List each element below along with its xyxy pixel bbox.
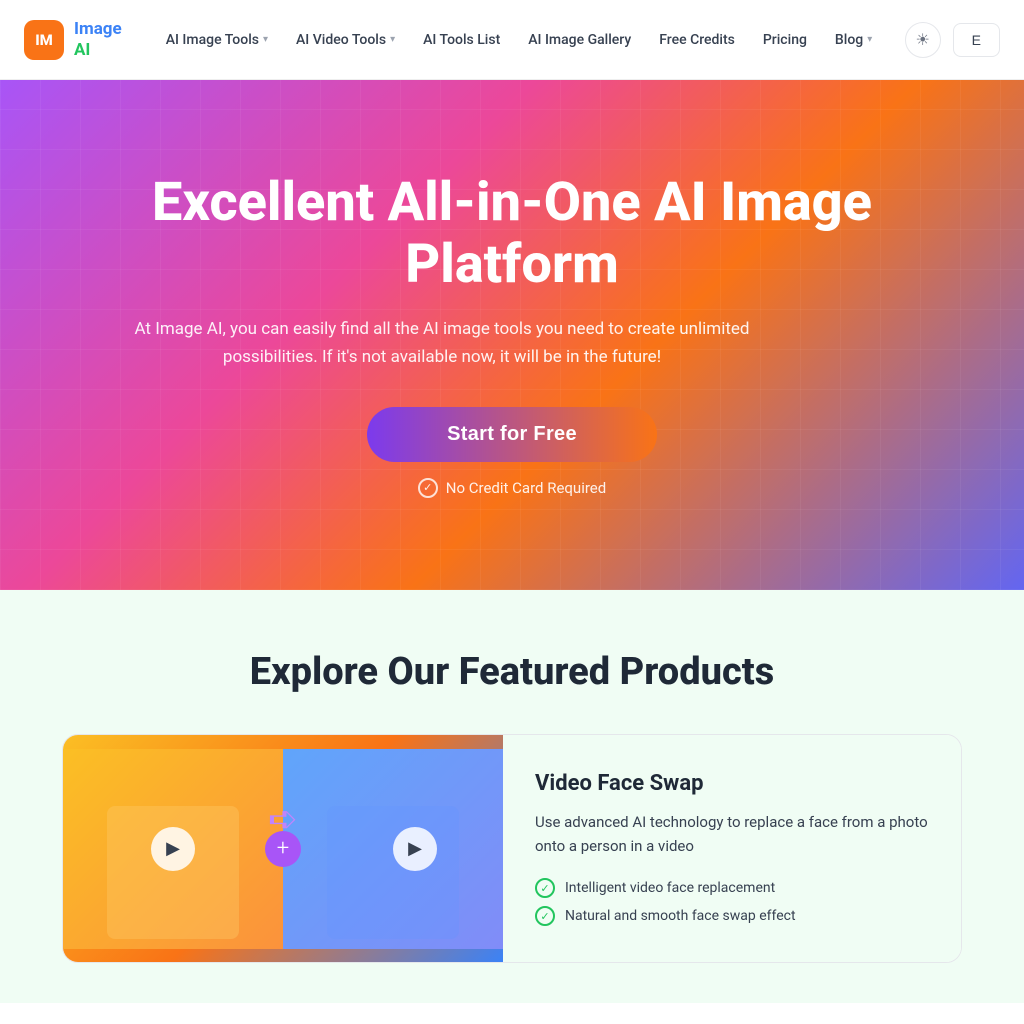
- nav-item-ai-video-tools[interactable]: AI Video Tools ▾: [284, 24, 407, 56]
- navbar: IM Image AI AI Image Tools ▾ AI Video To…: [0, 0, 1024, 80]
- play-button-left[interactable]: ▶: [151, 827, 195, 871]
- logo-text: Image AI: [74, 19, 122, 60]
- feature-list: ✓ Intelligent video face replacement ✓ N…: [535, 878, 929, 926]
- product-thumbnail: ▶ ▶ ➪ +: [63, 749, 503, 949]
- start-for-free-button[interactable]: Start for Free: [367, 407, 657, 462]
- hero-content: Excellent All-in-One AI Image Platform A…: [122, 172, 902, 498]
- checkmark-icon: ✓: [418, 478, 438, 498]
- play-button-right[interactable]: ▶: [393, 827, 437, 871]
- no-credit-card-note: ✓ No Credit Card Required: [122, 478, 902, 498]
- logo-icon: IM: [24, 20, 64, 60]
- sun-icon: ☀: [915, 30, 929, 50]
- feature-checkmark-icon: ✓: [535, 878, 555, 898]
- chevron-down-icon: ▾: [263, 34, 268, 45]
- product-card-video-face-swap: ▶ ▶ ➪ + Video Face Swap Use advanced AI …: [62, 734, 962, 963]
- nav-item-ai-image-gallery[interactable]: AI Image Gallery: [516, 24, 643, 56]
- hero-section: Excellent All-in-One AI Image Platform A…: [0, 80, 1024, 590]
- product-info: Video Face Swap Use advanced AI technolo…: [503, 735, 961, 962]
- feature-checkmark-icon: ✓: [535, 906, 555, 926]
- logo[interactable]: IM Image AI: [24, 19, 122, 60]
- hero-title: Excellent All-in-One AI Image Platform: [122, 172, 902, 296]
- swap-arrow-icon: ➪: [268, 798, 298, 840]
- nav-item-pricing[interactable]: Pricing: [751, 24, 819, 56]
- nav-item-free-credits[interactable]: Free Credits: [647, 24, 747, 56]
- sign-in-button[interactable]: E: [953, 23, 1000, 57]
- product-description: Use advanced AI technology to replace a …: [535, 810, 929, 858]
- chevron-down-icon: ▾: [390, 34, 395, 45]
- feature-item: ✓ Intelligent video face replacement: [535, 878, 929, 898]
- section-title: Explore Our Featured Products: [24, 650, 1000, 694]
- product-image: ▶ ▶ ➪ +: [63, 735, 503, 962]
- theme-toggle-button[interactable]: ☀: [905, 22, 941, 58]
- chevron-down-icon: ▾: [867, 34, 872, 45]
- nav-item-ai-tools-list[interactable]: AI Tools List: [411, 24, 512, 56]
- feature-item: ✓ Natural and smooth face swap effect: [535, 906, 929, 926]
- nav-item-ai-image-tools[interactable]: AI Image Tools ▾: [154, 24, 280, 56]
- nav-item-blog[interactable]: Blog ▾: [823, 24, 884, 56]
- product-name: Video Face Swap: [535, 771, 929, 796]
- nav-right: ☀ E: [905, 22, 1000, 58]
- products-section: Explore Our Featured Products: [0, 590, 1024, 1003]
- nav-items: AI Image Tools ▾ AI Video Tools ▾ AI Too…: [154, 24, 905, 56]
- hero-subtitle: At Image AI, you can easily find all the…: [122, 316, 762, 370]
